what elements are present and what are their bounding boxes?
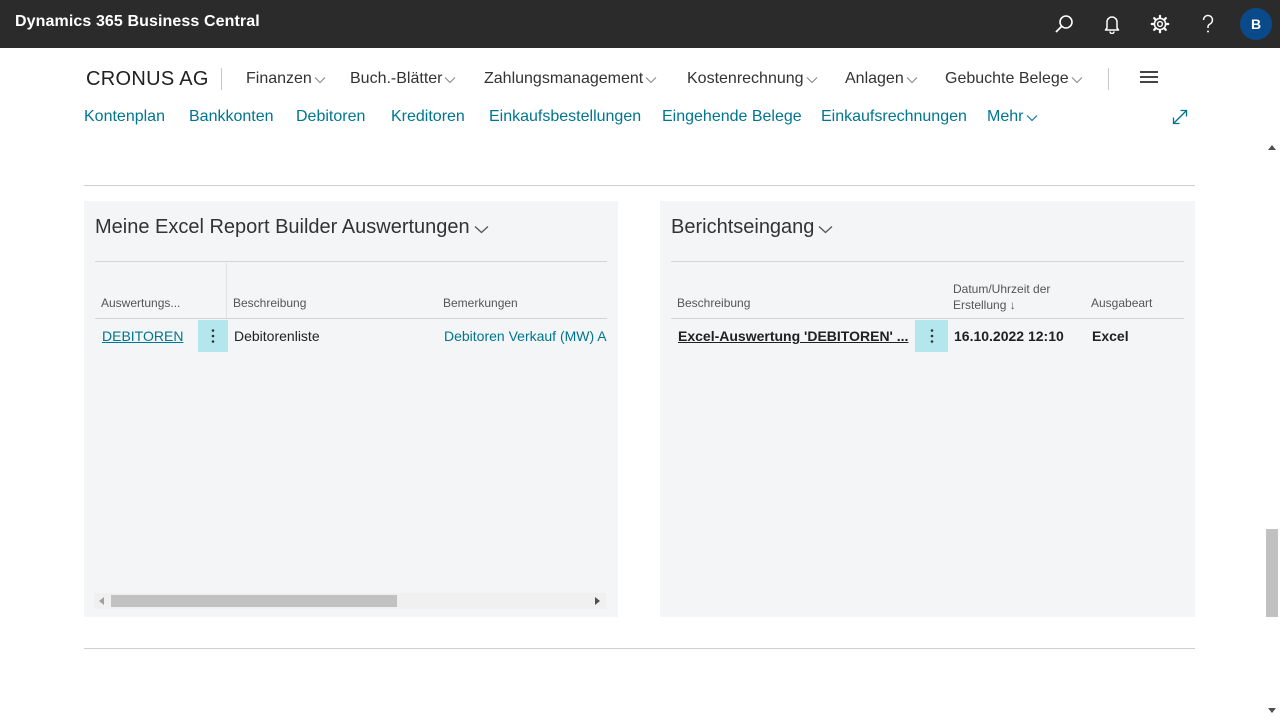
page-scrollbar[interactable] (1264, 140, 1280, 720)
report-inbox-panel: Berichtseingang Beschreibung Datum/Uhrze… (660, 201, 1195, 617)
row-actions-button[interactable] (915, 320, 948, 352)
bell-icon[interactable] (1100, 12, 1124, 36)
column-header-code[interactable]: Auswertungs... (101, 295, 180, 311)
gear-icon[interactable] (1148, 12, 1172, 36)
action-mehr-label: Mehr (987, 108, 1024, 125)
report-entry-link[interactable]: Excel-Auswertung 'DEBITOREN' ... (678, 328, 908, 344)
scroll-up-icon[interactable] (1268, 145, 1276, 151)
panel-divider (671, 261, 1184, 262)
chevron-down-icon (1071, 76, 1083, 83)
nav-divider (1108, 68, 1109, 90)
column-header-output[interactable]: Ausgabeart (1091, 295, 1152, 311)
report-description: Debitorenliste (234, 328, 320, 344)
menu-finanzen[interactable]: Finanzen (246, 70, 326, 88)
section-divider (84, 648, 1195, 649)
user-avatar[interactable]: B (1240, 8, 1272, 40)
action-bankkonten[interactable]: Bankkonten (189, 108, 274, 126)
report-remarks-link[interactable]: Debitoren Verkauf (MW) A (444, 328, 607, 344)
chevron-down-icon (806, 76, 817, 83)
menu-gebuchte-belege[interactable]: Gebuchte Belege (945, 70, 1083, 88)
column-header-description[interactable]: Beschreibung (233, 295, 306, 311)
help-icon[interactable] (1196, 12, 1220, 36)
column-header-datetime-line1: Datum/Uhrzeit der (953, 282, 1051, 296)
column-header-description[interactable]: Beschreibung (677, 295, 750, 311)
action-kontenplan[interactable]: Kontenplan (84, 108, 165, 126)
menu-label: Anlagen (845, 70, 904, 87)
section-divider (84, 185, 1195, 186)
chevron-down-icon (474, 225, 489, 233)
excel-reports-panel: Meine Excel Report Builder Auswertungen … (84, 201, 618, 617)
column-divider (226, 263, 227, 319)
nav-divider (221, 68, 222, 90)
scroll-down-icon[interactable] (1268, 708, 1276, 714)
row-actions-button[interactable] (198, 320, 228, 352)
action-kreditoren[interactable]: Kreditoren (391, 108, 465, 126)
chevron-down-icon (645, 76, 657, 83)
menu-label: Buch.-Blätter (350, 70, 443, 87)
menu-label: Zahlungsmanagement (484, 70, 644, 87)
panel-divider (95, 261, 607, 262)
top-bar: Dynamics 365 Business Central B (0, 0, 1280, 48)
column-header-remarks[interactable]: Bemerkungen (443, 295, 518, 311)
sort-descending-icon: ↓ (1009, 298, 1016, 312)
chevron-down-icon (818, 225, 833, 233)
chevron-down-icon (906, 76, 918, 83)
menu-label: Kostenrechnung (687, 70, 804, 87)
action-einkaufsrechnungen[interactable]: Einkaufsrechnungen (821, 108, 967, 126)
horizontal-scrollbar[interactable] (94, 593, 606, 609)
menu-label: Finanzen (246, 70, 312, 87)
inbox-panel-header[interactable]: Berichtseingang (671, 216, 833, 239)
action-eingehende-belege[interactable]: Eingehende Belege (662, 108, 802, 126)
app-title[interactable]: Dynamics 365 Business Central (15, 13, 260, 31)
scroll-right-icon[interactable] (595, 597, 601, 605)
report-datetime: 16.10.2022 12:10 (954, 328, 1064, 344)
report-code-link[interactable]: DEBITOREN (102, 328, 183, 344)
scroll-left-icon[interactable] (99, 597, 105, 605)
panel-title: Meine Excel Report Builder Auswertungen (95, 216, 470, 238)
panel-title: Berichtseingang (671, 216, 815, 238)
scrollbar-thumb[interactable] (111, 595, 397, 607)
hamburger-menu-icon[interactable] (1140, 71, 1158, 85)
scrollbar-thumb[interactable] (1266, 529, 1278, 617)
menu-anlagen[interactable]: Anlagen (845, 70, 918, 88)
more-vertical-icon (930, 329, 933, 343)
more-vertical-icon (211, 329, 215, 343)
search-icon[interactable] (1052, 12, 1076, 36)
excel-panel-header[interactable]: Meine Excel Report Builder Auswertungen (95, 216, 489, 239)
menu-zahlungsmanagement[interactable]: Zahlungsmanagement (484, 70, 657, 88)
chevron-down-icon (314, 76, 326, 83)
menu-kostenrechnung[interactable]: Kostenrechnung (687, 70, 818, 88)
column-header-datetime[interactable]: Datum/Uhrzeit der Erstellung ↓ (953, 281, 1050, 313)
action-debitoren[interactable]: Debitoren (296, 108, 365, 126)
column-header-datetime-line2: Erstellung ↓ (953, 298, 1016, 312)
action-mehr[interactable]: Mehr (987, 108, 1038, 126)
company-name[interactable]: CRONUS AG (86, 68, 209, 91)
header-divider (95, 318, 607, 319)
action-einkaufsbestellungen[interactable]: Einkaufsbestellungen (489, 108, 641, 126)
header-divider (671, 318, 1184, 319)
report-output-type: Excel (1092, 328, 1129, 344)
chevron-down-icon (445, 76, 456, 83)
expand-icon[interactable] (1171, 108, 1189, 126)
menu-buch-blaetter[interactable]: Buch.-Blätter (350, 70, 456, 88)
menu-label: Gebuchte Belege (945, 70, 1069, 87)
chevron-down-icon (1027, 114, 1038, 121)
